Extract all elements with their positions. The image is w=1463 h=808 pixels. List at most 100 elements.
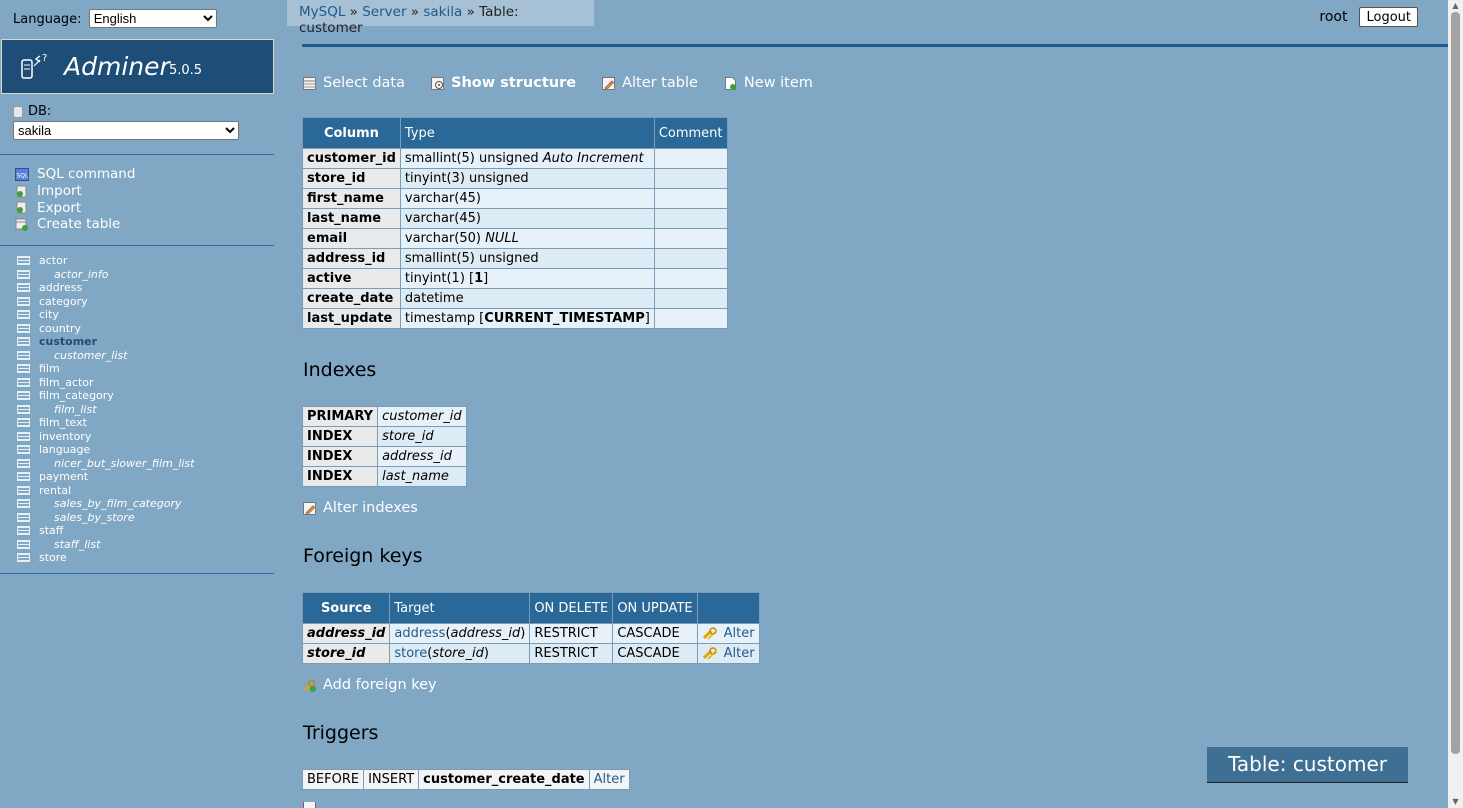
sidebar-view-item[interactable]: sales_by_film_category [17, 497, 194, 511]
new-item-link[interactable]: New item [724, 75, 813, 91]
sidebar-view-item[interactable]: nicer_but_slower_film_list [17, 457, 194, 471]
adminer-logo[interactable]: ? Adminer 5.0.5 [1, 39, 274, 94]
table-link[interactable]: country [39, 322, 81, 335]
sidebar-table-item[interactable]: category [17, 295, 194, 309]
alter-indexes-link[interactable]: Alter indexes [303, 500, 418, 516]
sidebar-view-item[interactable]: customer_list [17, 349, 194, 363]
table-icon[interactable] [17, 512, 30, 522]
table-link[interactable]: rental [39, 484, 71, 497]
fk-alter-link[interactable]: Alter [724, 626, 755, 641]
fk-alter-link[interactable]: Alter [724, 646, 755, 661]
language-select[interactable]: English [88, 9, 217, 28]
table-icon[interactable] [17, 418, 30, 428]
table-link[interactable]: sales_by_film_category [39, 497, 182, 510]
sidebar-table-item[interactable]: actor [17, 254, 194, 268]
table-icon[interactable] [17, 431, 30, 441]
sidebar-table-item[interactable]: film_text [17, 416, 194, 430]
table-icon[interactable] [17, 485, 30, 495]
show-structure-link[interactable]: Show structure [431, 75, 576, 91]
table-icon[interactable] [17, 458, 30, 468]
table-link[interactable]: actor_info [39, 268, 108, 281]
sidebar-table-item[interactable]: inventory [17, 430, 194, 444]
import-link[interactable]: Import [37, 183, 82, 199]
sidebar-view-item[interactable]: actor_info [17, 268, 194, 282]
sidebar-table-item[interactable]: film [17, 362, 194, 376]
table-link[interactable]: film_category [39, 389, 114, 402]
sidebar-table-item[interactable]: payment [17, 470, 194, 484]
sidebar-view-item[interactable]: film_list [17, 403, 194, 417]
breadcrumb-mysql[interactable]: MySQL [299, 4, 345, 20]
sidebar-table-item[interactable]: language [17, 443, 194, 457]
table-link[interactable]: film [39, 362, 60, 375]
table-icon[interactable] [17, 553, 30, 563]
select-data-link[interactable]: Select data [303, 75, 405, 91]
table-icon[interactable] [17, 337, 30, 347]
table-link[interactable]: film_actor [39, 376, 94, 389]
sidebar-table-item[interactable]: film_category [17, 389, 194, 403]
sidebar-table-item[interactable]: country [17, 322, 194, 336]
breadcrumb-db[interactable]: sakila [423, 4, 462, 20]
sidebar-table-item[interactable]: film_actor [17, 376, 194, 390]
table-icon[interactable] [17, 445, 30, 455]
sidebar-item-export[interactable]: Export [15, 199, 135, 216]
alter-table-link[interactable]: Alter table [602, 75, 698, 91]
sidebar-item-import[interactable]: Import [15, 183, 135, 200]
table-link[interactable]: nicer_but_slower_film_list [39, 457, 194, 470]
table-icon[interactable] [17, 310, 30, 320]
sidebar-table-item[interactable]: address [17, 281, 194, 295]
table-icon[interactable] [17, 526, 30, 536]
table-icon[interactable] [17, 499, 30, 509]
trigger-alter-link[interactable]: Alter [594, 772, 625, 787]
sql-command-link[interactable]: SQL command [37, 166, 135, 182]
table-icon[interactable] [17, 350, 30, 360]
table-link[interactable]: city [39, 308, 59, 321]
sidebar-item-sql-command[interactable]: SQL SQL command [15, 166, 135, 183]
table-icon[interactable] [17, 472, 30, 482]
table-icon[interactable] [17, 539, 30, 549]
sidebar-view-item[interactable]: staff_list [17, 538, 194, 552]
table-icon[interactable] [17, 377, 30, 387]
table-link[interactable]: actor [39, 254, 67, 267]
create-table-link[interactable]: Create table [37, 216, 120, 232]
sidebar-table-item[interactable]: city [17, 308, 194, 322]
table-link[interactable]: film_list [39, 403, 97, 416]
add-foreign-key-link[interactable]: Add foreign key [303, 677, 437, 693]
scroll-down-arrow-icon[interactable]: ▼ [1451, 798, 1460, 806]
table-link[interactable]: inventory [39, 430, 91, 443]
table-link[interactable]: staff_list [39, 538, 100, 551]
table-link[interactable]: category [39, 295, 88, 308]
table-icon[interactable] [17, 404, 30, 414]
sidebar-item-create-table[interactable]: Create table [15, 216, 135, 233]
table-link[interactable]: sales_by_store [39, 511, 135, 524]
table-link[interactable]: customer_list [39, 349, 127, 362]
table-link[interactable]: payment [39, 470, 88, 483]
sidebar-table-item[interactable]: store [17, 551, 194, 565]
table-icon[interactable] [17, 269, 30, 279]
fk-target-table-link[interactable]: address [394, 626, 445, 641]
sidebar-table-item[interactable]: rental [17, 484, 194, 498]
sidebar-table-item[interactable]: staff [17, 524, 194, 538]
sidebar-view-item[interactable]: sales_by_store [17, 511, 194, 525]
table-link[interactable]: language [39, 443, 90, 456]
table-icon[interactable] [17, 323, 30, 333]
fk-target-table-link[interactable]: store [394, 646, 427, 661]
scrollbar-thumb[interactable] [1451, 12, 1460, 754]
table-link[interactable]: customer [39, 335, 97, 348]
breadcrumb-server[interactable]: Server [362, 4, 406, 20]
table-icon[interactable] [17, 391, 30, 401]
table-icon[interactable] [17, 256, 30, 266]
table-icon[interactable] [17, 296, 30, 306]
db-select[interactable]: sakila [13, 121, 239, 140]
table-link[interactable]: film_text [39, 416, 87, 429]
sidebar-table-item[interactable]: customer [17, 335, 194, 349]
logout-button[interactable]: Logout [1359, 7, 1418, 27]
scroll-up-arrow-icon[interactable]: ▲ [1451, 2, 1460, 10]
table-link[interactable]: store [39, 551, 67, 564]
table-icon[interactable] [17, 364, 30, 374]
export-link[interactable]: Export [37, 200, 81, 216]
add-trigger-link[interactable] [303, 802, 316, 808]
table-link[interactable]: address [39, 281, 82, 294]
table-link[interactable]: staff [39, 524, 63, 537]
breadcrumb-separator: » [410, 4, 420, 20]
table-icon[interactable] [17, 283, 30, 293]
